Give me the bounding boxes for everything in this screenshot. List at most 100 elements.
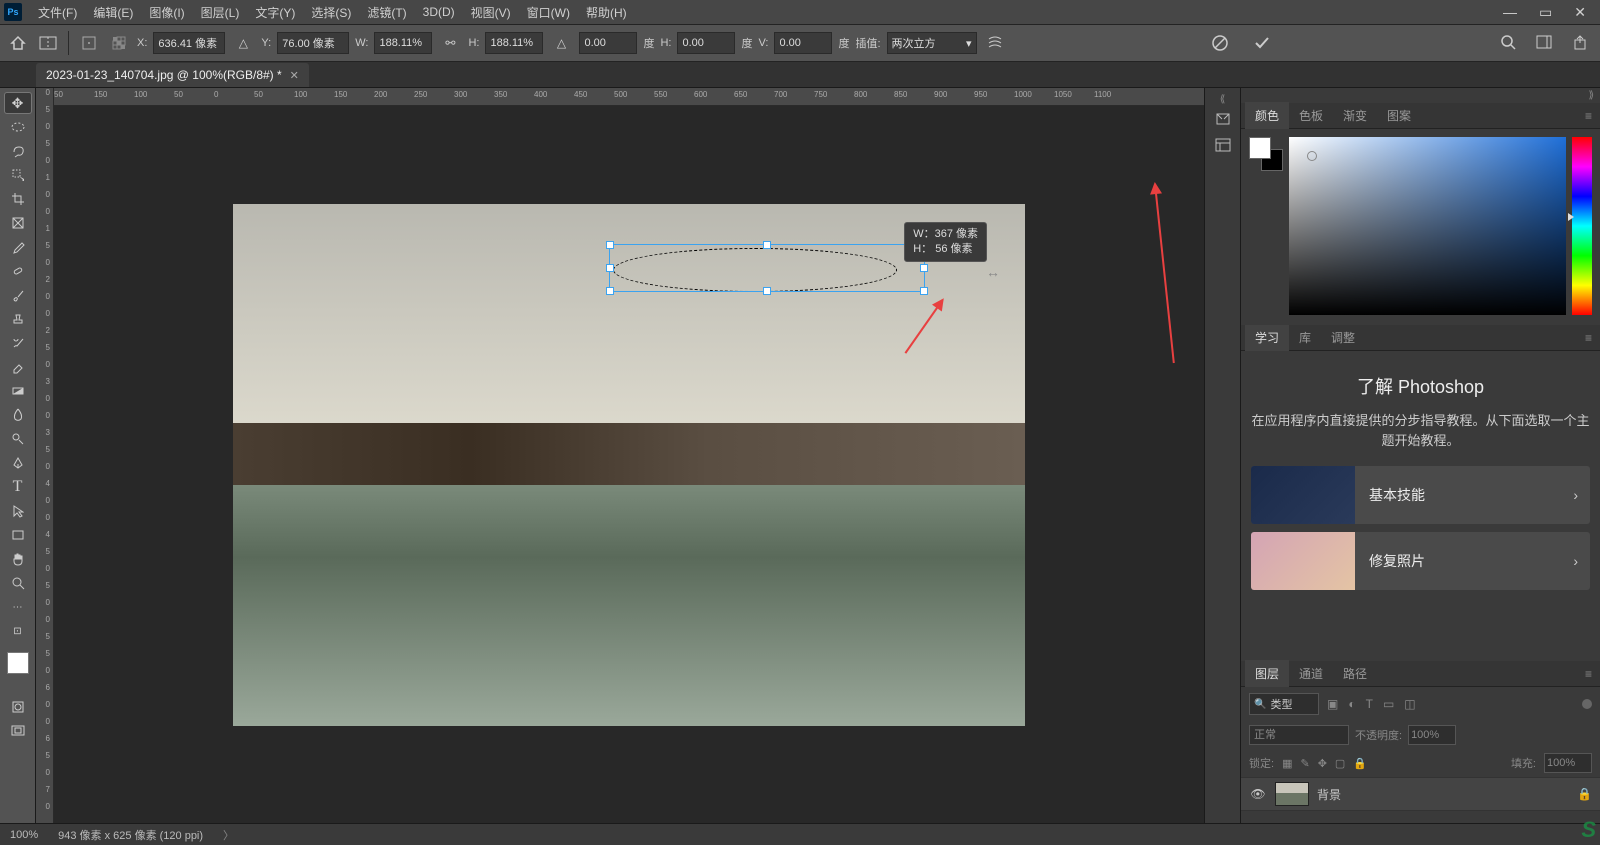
layer-background[interactable]: 👁 背景 🔒: [1241, 777, 1600, 811]
panel-menu-icon[interactable]: ≡: [1577, 331, 1600, 345]
share-icon[interactable]: [1568, 30, 1592, 54]
lock-all-icon[interactable]: 🔒: [1353, 757, 1367, 770]
edit-toolbar[interactable]: ⊡: [4, 620, 32, 642]
shape-tool[interactable]: [4, 524, 32, 546]
interp-select[interactable]: 两次立方▾: [887, 32, 977, 54]
fg-bg-swatches[interactable]: [1249, 137, 1283, 171]
gradient-tool[interactable]: [4, 380, 32, 402]
handle-mid-left[interactable]: [606, 264, 614, 272]
menu-view[interactable]: 视图(V): [463, 4, 519, 21]
hand-tool[interactable]: [4, 548, 32, 570]
panel-menu-icon[interactable]: ≡: [1577, 667, 1600, 681]
dodge-tool[interactable]: [4, 428, 32, 450]
learn-card-basics[interactable]: 基本技能 ›: [1251, 466, 1590, 524]
h-input[interactable]: [485, 32, 543, 54]
menu-help[interactable]: 帮助(H): [578, 4, 635, 21]
y-input[interactable]: [277, 32, 349, 54]
skew-v-input[interactable]: [774, 32, 832, 54]
properties-panel-icon[interactable]: [1210, 133, 1236, 157]
transform-tool-icon[interactable]: [36, 31, 60, 55]
menu-file[interactable]: 文件(F): [30, 4, 85, 21]
commit-transform-icon[interactable]: [1250, 31, 1274, 55]
tab-adjustments[interactable]: 调整: [1321, 324, 1365, 351]
zoom-tool[interactable]: [4, 572, 32, 594]
image-canvas[interactable]: ↔ W：367 像素 H： 56 像素: [233, 204, 1025, 726]
sat-cursor[interactable]: [1307, 151, 1317, 161]
tab-library[interactable]: 库: [1289, 324, 1321, 351]
handle-mid-right[interactable]: [920, 264, 928, 272]
doc-dimensions[interactable]: 943 像素 x 625 像素 (120 ppi): [58, 827, 203, 843]
hue-slider[interactable]: [1572, 137, 1592, 315]
move-tool[interactable]: ✥: [4, 92, 32, 114]
tab-learn[interactable]: 学习: [1245, 324, 1289, 351]
filter-smart-icon[interactable]: ◫: [1404, 697, 1415, 711]
transform-bounding-box[interactable]: [609, 244, 925, 292]
type-tool[interactable]: T: [4, 476, 32, 498]
foreground-color[interactable]: [7, 652, 29, 674]
stamp-tool[interactable]: [4, 308, 32, 330]
handle-bottom-left[interactable]: [606, 287, 614, 295]
filter-pixel-icon[interactable]: ▣: [1327, 697, 1338, 711]
zoom-level[interactable]: 100%: [10, 829, 38, 841]
handle-bottom-right[interactable]: [920, 287, 928, 295]
fill-input[interactable]: [1544, 753, 1592, 773]
menu-type[interactable]: 文字(Y): [247, 4, 303, 21]
cancel-transform-icon[interactable]: [1208, 31, 1232, 55]
w-input[interactable]: [374, 32, 432, 54]
workspace-icon[interactable]: [1532, 30, 1556, 54]
layer-filter-kind[interactable]: 🔍类型: [1249, 693, 1319, 715]
menu-3d[interactable]: 3D(D): [415, 5, 463, 19]
crop-tool[interactable]: [4, 188, 32, 210]
history-panel-icon[interactable]: [1210, 107, 1236, 131]
reference-point-icon[interactable]: [77, 31, 101, 55]
hue-cursor[interactable]: [1568, 213, 1574, 221]
vertical-ruler[interactable]: 0505010015020025030035040045050055060065…: [36, 88, 54, 823]
pen-tool[interactable]: [4, 452, 32, 474]
tab-swatches[interactable]: 色板: [1289, 102, 1333, 129]
history-brush-tool[interactable]: [4, 332, 32, 354]
lock-pixels-icon[interactable]: ▦: [1282, 757, 1292, 770]
link-wh-icon[interactable]: ⚯: [438, 31, 462, 55]
menu-layer[interactable]: 图层(L): [193, 4, 248, 21]
skew-h-input[interactable]: [677, 32, 735, 54]
filter-adjust-icon[interactable]: ◐: [1348, 697, 1355, 711]
window-minimize-icon[interactable]: —: [1503, 4, 1517, 21]
tab-paths[interactable]: 路径: [1333, 660, 1377, 687]
learn-card-fix[interactable]: 修复照片 ›: [1251, 532, 1590, 590]
filter-shape-icon[interactable]: ▭: [1383, 697, 1394, 711]
tab-close-icon[interactable]: ✕: [290, 69, 299, 82]
toolbar-more[interactable]: ⋯: [4, 596, 32, 618]
opacity-input[interactable]: [1408, 725, 1456, 745]
handle-bottom-center[interactable]: [763, 287, 771, 295]
panel-menu-icon[interactable]: ≡: [1577, 109, 1600, 123]
document-tab[interactable]: 2023-01-23_140704.jpg @ 100%(RGB/8#) * ✕: [36, 63, 309, 87]
foreground-swatch[interactable]: [1249, 137, 1271, 159]
ref-grid-icon[interactable]: [107, 31, 131, 55]
menu-filter[interactable]: 滤镜(T): [359, 4, 414, 21]
x-input[interactable]: [153, 32, 225, 54]
saturation-box[interactable]: [1289, 137, 1566, 315]
filter-toggle[interactable]: [1582, 699, 1592, 709]
eyedropper-tool[interactable]: [4, 236, 32, 258]
menu-edit[interactable]: 编辑(E): [85, 4, 141, 21]
tab-color[interactable]: 颜色: [1245, 102, 1289, 129]
warp-icon[interactable]: [983, 31, 1007, 55]
quick-select-tool[interactable]: [4, 164, 32, 186]
home-icon[interactable]: [6, 31, 30, 55]
handle-top-left[interactable]: [606, 241, 614, 249]
triangle-icon[interactable]: △: [231, 31, 255, 55]
tab-patterns[interactable]: 图案: [1377, 102, 1421, 129]
marquee-tool[interactable]: [4, 116, 32, 138]
lasso-tool[interactable]: [4, 140, 32, 162]
tab-gradients[interactable]: 渐变: [1333, 102, 1377, 129]
menu-window[interactable]: 窗口(W): [519, 4, 578, 21]
filter-type-icon[interactable]: T: [1366, 697, 1373, 711]
angle-input[interactable]: [579, 32, 637, 54]
frame-tool[interactable]: [4, 212, 32, 234]
menu-image[interactable]: 图像(I): [141, 4, 192, 21]
lock-artboard-icon[interactable]: ▢: [1335, 757, 1345, 770]
layer-filter-buttons[interactable]: ▣ ◐ T ▭ ◫: [1327, 697, 1416, 711]
search-icon[interactable]: [1496, 30, 1520, 54]
visibility-icon[interactable]: 👁: [1249, 787, 1267, 801]
window-close-icon[interactable]: ✕: [1574, 4, 1586, 21]
